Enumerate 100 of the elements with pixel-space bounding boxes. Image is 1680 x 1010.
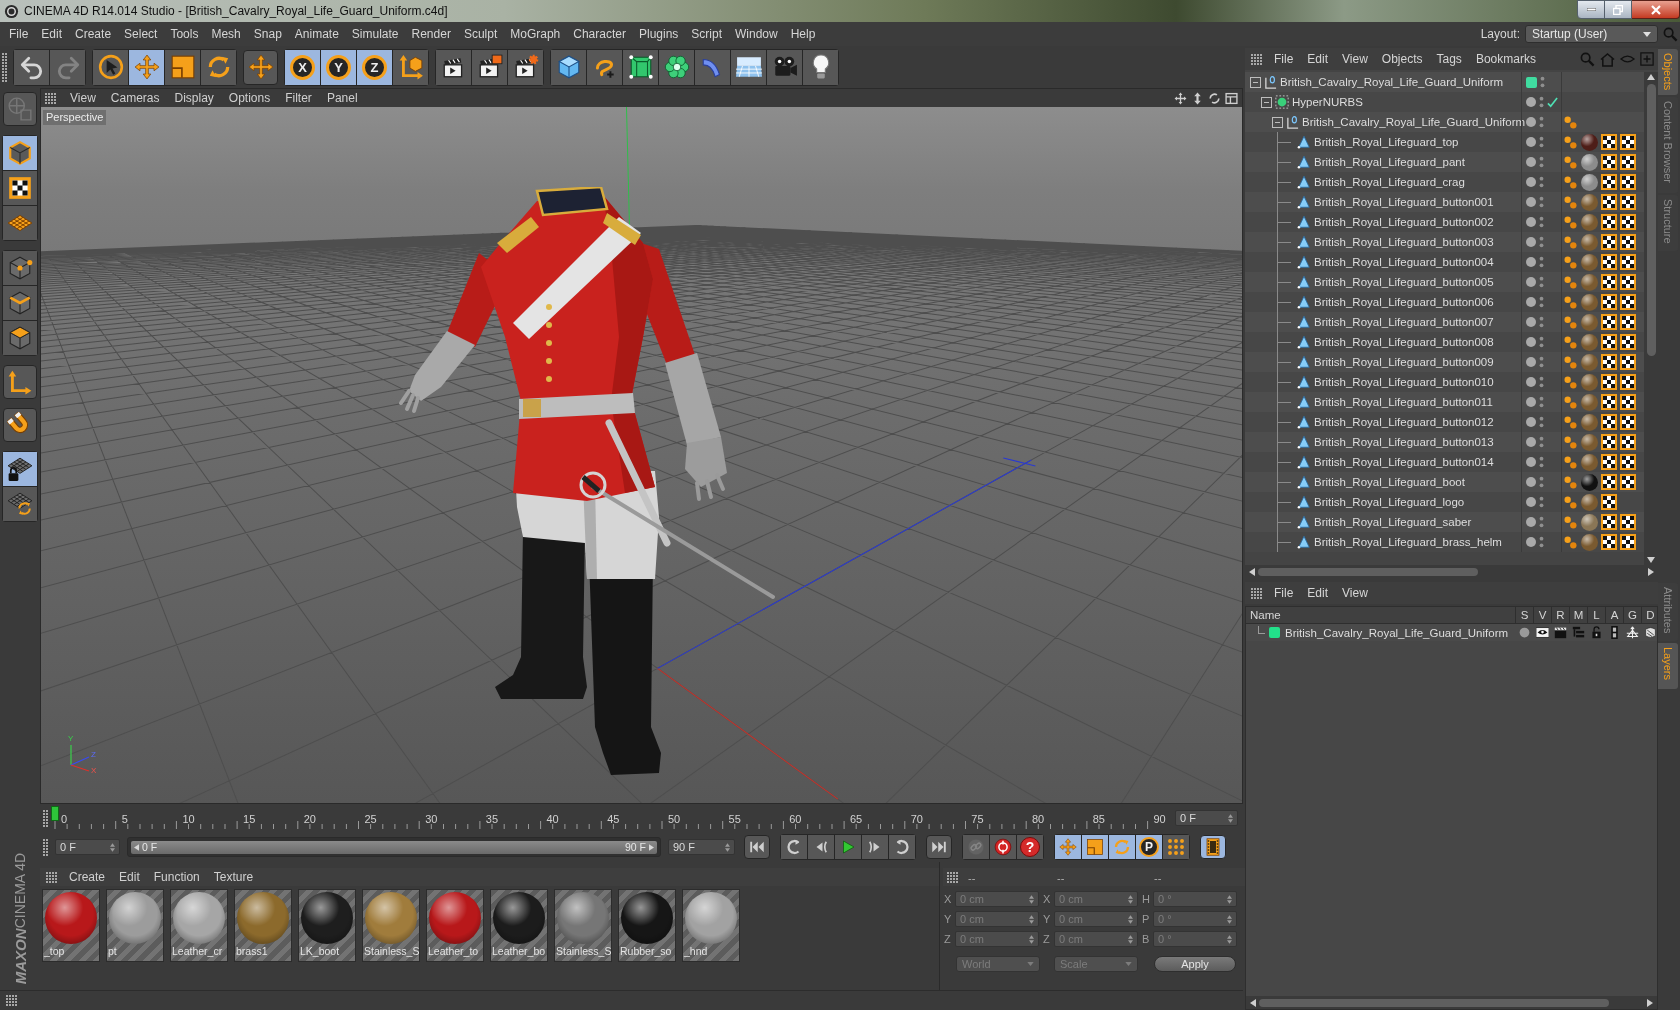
key-points-button[interactable] [1163, 835, 1189, 859]
object-name[interactable]: British_Royal_Lifeguard_top [1314, 135, 1459, 149]
visibility-dots-icon[interactable] [1539, 336, 1544, 348]
workplane-mode-button[interactable] [3, 206, 37, 240]
layer-column-header[interactable]: R [1556, 608, 1565, 622]
key-parameter-button[interactable]: P [1136, 835, 1162, 859]
object-name[interactable]: British_Royal_Lifeguard_button008 [1314, 335, 1494, 349]
menu-item[interactable]: Tools [170, 25, 199, 43]
checker-tag-icon[interactable] [1620, 474, 1636, 490]
material-swatch[interactable]: LK_boot [298, 889, 356, 962]
triangle-axes-icon[interactable] [1625, 626, 1639, 639]
floor-button[interactable] [731, 49, 766, 85]
dot-pair-icon[interactable] [1563, 354, 1578, 370]
checker-tag-icon[interactable] [1620, 434, 1636, 450]
grip-handle-icon[interactable] [1251, 53, 1262, 65]
object-menu-item[interactable]: File [1274, 50, 1294, 68]
material-swatch[interactable]: _hnd [682, 889, 740, 962]
checker-tag-icon[interactable] [1601, 174, 1617, 190]
visibility-dots-icon[interactable] [1540, 76, 1545, 88]
checker-tag-icon[interactable] [1620, 134, 1636, 150]
visibility-dots-icon[interactable] [1539, 376, 1544, 388]
object-name[interactable]: British_Royal_Lifeguard_brass_helm [1314, 535, 1502, 549]
move-tool-button[interactable] [129, 49, 164, 85]
scroll-up-icon[interactable] [1647, 74, 1655, 80]
visibility-dots-icon[interactable] [1539, 396, 1544, 408]
object-row[interactable]: British_Royal_Lifeguard_saber [1245, 512, 1644, 532]
collapse-icon[interactable] [1272, 116, 1283, 128]
dot-pair-icon[interactable] [1563, 254, 1578, 270]
dot-pair-icon[interactable] [1563, 194, 1578, 210]
object-name[interactable]: HyperNURBS [1292, 95, 1363, 109]
visibility-dots-icon[interactable] [1539, 316, 1544, 328]
dot-pair-icon[interactable] [1563, 334, 1578, 350]
scroll-down-icon[interactable] [1647, 557, 1655, 563]
viewport-menu-item[interactable]: Display [174, 89, 214, 107]
layer-column-header[interactable]: D [1646, 608, 1655, 622]
restore-button[interactable] [1605, 0, 1632, 19]
checker-tag-icon[interactable] [1601, 534, 1617, 550]
dot-pair-icon[interactable] [1563, 454, 1578, 470]
panel-layout-icon[interactable] [1225, 91, 1238, 105]
align-workplane-button[interactable] [3, 487, 37, 521]
layer-column-header[interactable]: S [1520, 608, 1529, 622]
material-swatch[interactable]: Leather_to [426, 889, 484, 962]
menu-item[interactable]: Render [411, 25, 451, 43]
spinner-arrows-icon[interactable] [725, 842, 730, 852]
object-row[interactable]: British_Royal_Lifeguard_button007 [1245, 312, 1644, 332]
horizontal-scrollbar[interactable] [1246, 996, 1657, 1009]
object-row[interactable]: British_Royal_Lifeguard_pant [1245, 152, 1644, 172]
checker-tag-icon[interactable] [1601, 334, 1617, 350]
visibility-dots-icon[interactable] [1539, 116, 1544, 128]
points-mode-button[interactable] [3, 251, 37, 285]
object-menu-item[interactable]: Objects [1381, 50, 1423, 68]
grip-handle-icon[interactable] [46, 871, 57, 883]
object-name[interactable]: British_Royal_Lifeguard_saber [1314, 515, 1472, 529]
viewport-menu-item[interactable]: Options [228, 89, 271, 107]
render-settings-button[interactable] [508, 49, 543, 85]
grip-handle-icon[interactable] [43, 809, 48, 827]
next-frame-button[interactable] [862, 835, 888, 859]
object-name[interactable]: British_Royal_Lifeguard_button014 [1314, 455, 1494, 469]
layer-menu-item[interactable]: File [1274, 584, 1294, 602]
object-name[interactable]: British_Royal_Lifeguard_button001 [1314, 195, 1494, 209]
dot-pair-icon[interactable] [1563, 174, 1578, 190]
checker-tag-icon[interactable] [1601, 234, 1617, 250]
layer-color-icon[interactable] [1526, 76, 1537, 88]
dot-pair-icon[interactable] [1563, 314, 1578, 330]
dot-pair-icon[interactable] [1563, 374, 1578, 390]
material-swatch[interactable]: Leather_cr [170, 889, 228, 962]
go-to-end-button[interactable] [926, 835, 952, 859]
key-scale-button[interactable] [1082, 835, 1108, 859]
cube-button[interactable] [551, 49, 586, 85]
object-name[interactable]: British_Royal_Lifeguard_button007 [1314, 315, 1494, 329]
bent-sheet-icon[interactable] [1643, 626, 1657, 639]
object-name[interactable]: British_Royal_Lifeguard_button011 [1314, 395, 1493, 409]
checker-tag-icon[interactable] [1601, 374, 1617, 390]
menu-item[interactable]: Animate [294, 25, 339, 43]
subdivision-surface-button[interactable] [623, 49, 658, 85]
object-row[interactable]: British_Cavalry_Royal_Life_Guard_Uniform [1245, 112, 1644, 132]
object-name[interactable]: British_Royal_Lifeguard_crag [1314, 175, 1465, 189]
axis-mode-button[interactable] [3, 365, 37, 399]
axis-lock-button[interactable]: X [285, 49, 320, 85]
visibility-dots-icon[interactable] [1539, 496, 1544, 508]
scroll-right-icon[interactable] [1647, 998, 1653, 1007]
layer-column-header[interactable]: L [1593, 608, 1600, 622]
object-row[interactable]: British_Cavalry_Royal_Life_Guard_Uniform [1245, 72, 1644, 92]
visibility-dots-icon[interactable] [1539, 96, 1544, 108]
object-name[interactable]: British_Royal_Lifeguard_boot [1314, 475, 1465, 489]
visibility-dots-icon[interactable] [1539, 296, 1544, 308]
dot-pair-icon[interactable] [1563, 474, 1578, 490]
object-row[interactable]: British_Royal_Lifeguard_button009 [1245, 352, 1644, 372]
dot-pair-icon[interactable] [1563, 214, 1578, 230]
collapse-icon[interactable] [1261, 96, 1272, 108]
checker-tag-icon[interactable] [1620, 394, 1636, 410]
checker-tag-icon[interactable] [1620, 274, 1636, 290]
rotate-view-icon[interactable] [1208, 91, 1221, 105]
visibility-dots-icon[interactable] [1539, 456, 1544, 468]
object-menu-item[interactable]: Tags [1436, 50, 1462, 68]
visibility-dots-icon[interactable] [1539, 516, 1544, 528]
scroll-left-icon[interactable] [1249, 567, 1255, 576]
dot-pair-icon[interactable] [1563, 234, 1578, 250]
layer-column-header[interactable]: Name [1250, 608, 1281, 622]
menu-item[interactable]: Edit [41, 25, 63, 43]
